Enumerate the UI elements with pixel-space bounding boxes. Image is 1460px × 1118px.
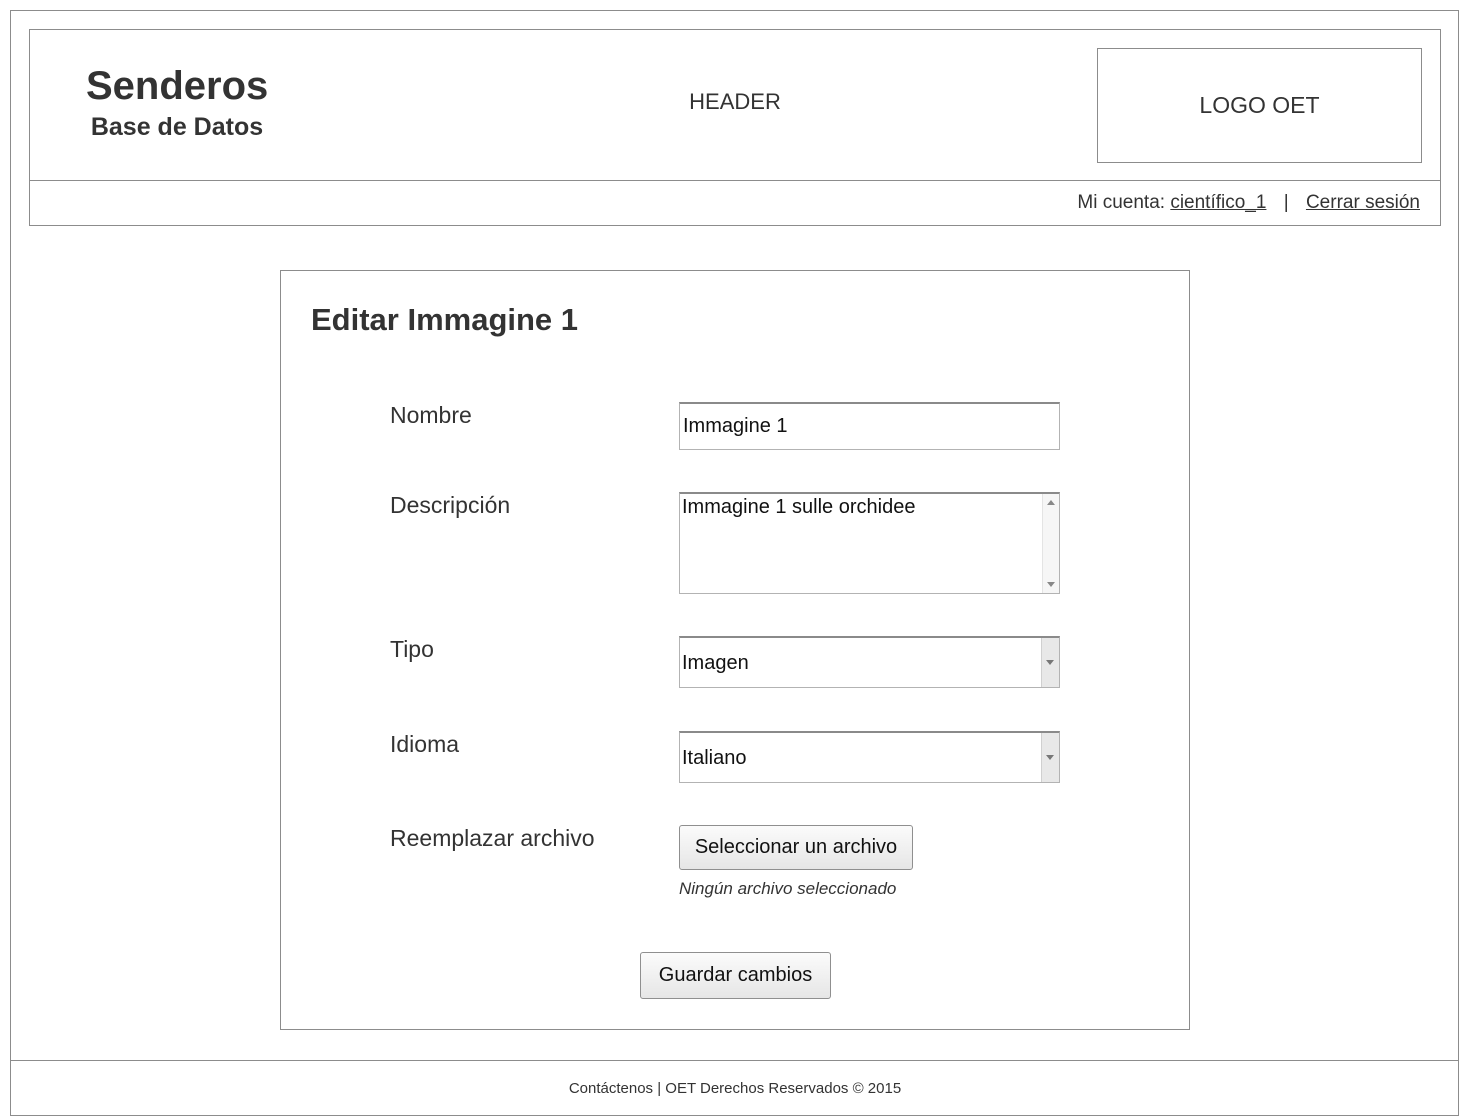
footer-divider [10, 1060, 1459, 1061]
logout-link[interactable]: Cerrar sesión [1306, 192, 1420, 213]
descripcion-scrollbar[interactable] [1042, 494, 1059, 593]
header-placeholder-label: HEADER [689, 89, 781, 114]
brand-subtitle: Base de Datos [90, 113, 264, 141]
idioma-select[interactable]: Italiano [679, 731, 1060, 783]
archivo-label: Reemplazar archivo [390, 825, 595, 851]
account-prefix: Mi cuenta: [1077, 192, 1166, 213]
scroll-up-icon[interactable] [1047, 500, 1055, 505]
file-status-text: Ningún archivo seleccionado [679, 879, 897, 898]
descripcion-textarea[interactable]: Immagine 1 sulle orchidee [679, 492, 1060, 594]
scroll-down-icon[interactable] [1047, 582, 1055, 587]
tipo-select[interactable]: Imagen [679, 636, 1060, 688]
descripcion-label: Descripción [390, 492, 511, 518]
save-changes-button[interactable]: Guardar cambios [640, 952, 831, 999]
select-file-button[interactable]: Seleccionar un archivo [679, 825, 913, 870]
logo-label: LOGO OET [1199, 92, 1320, 118]
idioma-selected-value: Italiano [682, 747, 747, 769]
account-separator: | [1283, 192, 1289, 213]
tipo-dropdown-button[interactable] [1041, 638, 1059, 687]
tipo-label: Tipo [390, 636, 434, 662]
chevron-down-icon [1046, 755, 1054, 760]
account-username-link[interactable]: científico_1 [1170, 192, 1266, 213]
header-divider [29, 180, 1441, 181]
chevron-down-icon [1046, 660, 1054, 665]
account-bar: Mi cuenta: científico_1 | Cerrar sesión [1077, 192, 1420, 214]
nombre-label: Nombre [390, 402, 472, 428]
logo-placeholder: LOGO OET [1097, 48, 1422, 163]
idioma-label: Idioma [390, 731, 460, 757]
descripcion-value: Immagine 1 sulle orchidee [682, 496, 916, 518]
form-title: Editar Immagine 1 [311, 302, 579, 337]
brand-title: Senderos [86, 64, 269, 108]
nombre-input[interactable] [679, 402, 1060, 450]
footer-text: Contáctenos | OET Derechos Reservados © … [568, 1080, 902, 1097]
idioma-dropdown-button[interactable] [1041, 733, 1059, 782]
tipo-selected-value: Imagen [682, 652, 749, 674]
